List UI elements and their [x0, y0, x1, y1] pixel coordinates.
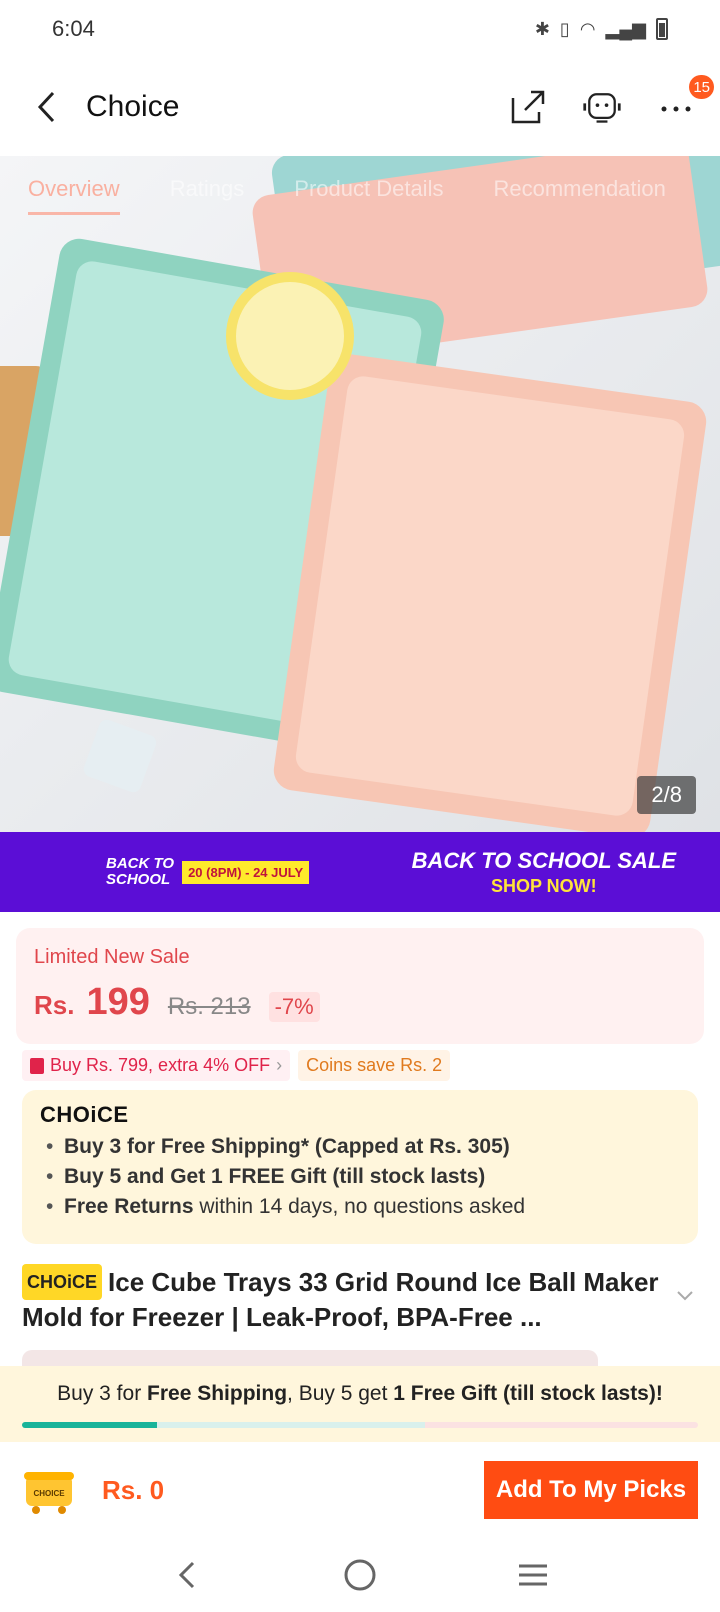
- discount-badge: -7%: [268, 992, 320, 1022]
- coupon-row: Buy Rs. 799, extra 4% OFF › Coins save R…: [22, 1050, 451, 1081]
- chevron-down-icon: [677, 1291, 693, 1301]
- bottom-action-bar: CHOICE Rs. 0 Add To My Picks: [0, 1442, 720, 1538]
- choice-benefits-card[interactable]: CHOiCE Buy 3 for Free Shipping* (Capped …: [22, 1090, 698, 1244]
- logo-line2: SCHOOL: [106, 871, 171, 888]
- support-agent-icon: [583, 93, 621, 123]
- tab-recommendation[interactable]: Recommendation: [493, 176, 665, 215]
- benefit-free-gift: Buy 5 and Get 1 FREE Gift (till stock la…: [40, 1162, 680, 1192]
- wifi-icon: ◠: [579, 18, 596, 39]
- coupon-icon: [30, 1057, 44, 1074]
- status-time: 6:04: [52, 16, 95, 41]
- nav-home-icon: [344, 1559, 376, 1591]
- nav-menu-icon: [519, 1564, 548, 1586]
- section-tabs: Overview Ratings Product Details Recomme…: [28, 176, 666, 215]
- product-image-carousel[interactable]: Overview Ratings Product Details Recomme…: [0, 156, 720, 832]
- benefit-free-shipping: Buy 3 for Free Shipping* (Capped at Rs. …: [40, 1132, 680, 1162]
- shipping-text: Buy 3 for Free Shipping, Buy 5 get 1 Fre…: [57, 1382, 663, 1405]
- choice-logo: CHOiCE: [40, 1102, 129, 1127]
- more-dots-icon: [661, 106, 691, 112]
- tab-overview[interactable]: Overview: [28, 176, 120, 215]
- product-title[interactable]: CHOiCE Ice Cube Trays 33 Grid Round Ice B…: [22, 1264, 672, 1334]
- promo-date: 20 (8PM) - 24 JULY: [182, 860, 310, 884]
- add-to-my-picks-button[interactable]: Add To My Picks: [484, 1461, 698, 1519]
- shipping-progress-bar: [22, 1422, 698, 1428]
- benefit-free-returns: Free Returns within 14 days, no question…: [40, 1192, 680, 1222]
- bluetooth-icon: ✱: [534, 18, 550, 39]
- extra-off-text: Buy Rs. 799, extra 4% OFF: [50, 1055, 271, 1075]
- picks-total: Rs. 0: [102, 1474, 165, 1505]
- signal-icon: ▂▄▆: [605, 18, 646, 39]
- nav-recents-button[interactable]: [503, 1545, 563, 1605]
- choice-tag: CHOiCE: [22, 1264, 103, 1300]
- progress-segment-shipping: [157, 1422, 426, 1428]
- sale-label: Limited New Sale: [34, 946, 190, 968]
- share-button[interactable]: [508, 87, 548, 127]
- extra-off-coupon[interactable]: Buy Rs. 799, extra 4% OFF ›: [22, 1050, 291, 1081]
- choice-cart-button[interactable]: CHOICE: [22, 1466, 76, 1514]
- promo-shop-now: SHOP NOW!: [490, 875, 597, 896]
- cart-label: CHOICE: [33, 1489, 65, 1498]
- price-row: Rs. 199 Rs. 213 -7%: [34, 981, 686, 1024]
- notification-badge: 15: [689, 75, 714, 99]
- coins-coupon[interactable]: Coins save Rs. 2: [298, 1050, 451, 1081]
- back-button[interactable]: [24, 85, 68, 129]
- vibrate-icon: ▯: [559, 18, 570, 39]
- progress-fill: [22, 1422, 158, 1428]
- chevron-right-icon: ›: [276, 1055, 283, 1075]
- nav-back-button[interactable]: [157, 1545, 217, 1605]
- price-current: 199: [86, 981, 150, 1023]
- customer-service-button[interactable]: [582, 87, 622, 127]
- promo-cta: BACK TO SCHOOL SALE SHOP NOW!: [412, 848, 676, 897]
- battery-icon: [656, 18, 668, 40]
- shipping-progress-banner: Buy 3 for Free Shipping, Buy 5 get 1 Fre…: [0, 1366, 720, 1442]
- promo-headline: BACK TO SCHOOL SALE: [411, 847, 676, 873]
- product-title-text: Ice Cube Trays 33 Grid Round Ice Ball Ma…: [22, 1267, 659, 1332]
- price-card: Limited New Sale Rs. 199 Rs. 213 -7%: [16, 928, 704, 1044]
- expand-title-button[interactable]: [676, 1284, 694, 1307]
- top-app-bar: Choice 15: [0, 58, 720, 156]
- nav-home-button[interactable]: [330, 1545, 390, 1605]
- chevron-left-icon: [37, 91, 55, 123]
- system-nav-bar: [0, 1538, 720, 1612]
- share-icon: [511, 90, 545, 124]
- price-original: Rs. 213: [167, 993, 251, 1020]
- page-title: Choice: [86, 90, 180, 123]
- cart-icon: CHOICE: [24, 1472, 74, 1514]
- logo-line1: BACK TO: [106, 855, 175, 872]
- progress-segment-gift: [425, 1422, 698, 1428]
- tab-product-details[interactable]: Product Details: [294, 176, 443, 215]
- back-to-school-logo: BACK TO SCHOOL: [106, 856, 174, 888]
- status-bar: 6:04 ✱ ▯ ◠ ▂▄▆: [0, 0, 720, 58]
- tab-ratings[interactable]: Ratings: [170, 176, 245, 215]
- status-icons: ✱ ▯ ◠ ▂▄▆: [535, 18, 668, 40]
- benefits-list: Buy 3 for Free Shipping* (Capped at Rs. …: [40, 1132, 680, 1222]
- promo-banner[interactable]: BACK TO SCHOOL 20 (8PM) - 24 JULY BACK T…: [0, 832, 720, 912]
- nav-back-icon: [178, 1561, 194, 1589]
- more-options-button[interactable]: 15: [656, 75, 714, 127]
- image-counter: 2/8: [637, 776, 696, 814]
- price-currency: Rs.: [34, 990, 75, 1020]
- product-photo: [0, 156, 720, 832]
